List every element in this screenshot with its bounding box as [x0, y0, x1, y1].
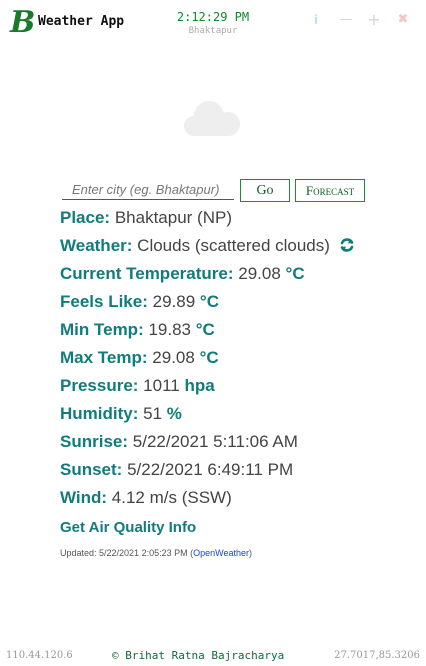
wind-value: 4.12 m/s (SSW)	[111, 488, 232, 507]
feels-like-value: 29.89	[152, 292, 196, 311]
weather-row: Weather: Clouds (scattered clouds)	[60, 234, 400, 262]
weather-value: Clouds (scattered clouds)	[137, 236, 330, 255]
max-temp-value: 29.08	[152, 348, 195, 367]
go-button[interactable]: Go	[240, 179, 290, 202]
current-temp-value: 29.08	[238, 264, 281, 283]
updated-suffix: )	[248, 548, 252, 558]
weather-label: Weather:	[60, 236, 133, 255]
sunset-label: Sunset:	[60, 460, 123, 479]
current-temp-unit: °C	[285, 264, 305, 283]
wind-label: Wind:	[60, 488, 108, 507]
place-row: Place: Bhaktapur (NP)	[60, 206, 400, 234]
sunrise-label: Sunrise:	[60, 432, 129, 451]
forecast-button[interactable]: Forecast	[295, 179, 365, 202]
maximize-button[interactable]: +	[366, 12, 382, 28]
updated-prefix: Updated: 5/22/2021 2:05:23 PM (	[60, 548, 194, 558]
pressure-label: Pressure:	[60, 376, 139, 395]
humidity-value: 51	[143, 404, 163, 423]
footer-ip-address: 110.44.120.6	[6, 650, 73, 661]
place-label: Place:	[60, 208, 111, 227]
feels-like-row: Feels Like: 29.89 °C	[60, 290, 400, 318]
humidity-row: Humidity: 51 %	[60, 402, 400, 430]
info-button[interactable]: i	[308, 12, 324, 28]
refresh-icon[interactable]	[339, 237, 355, 253]
min-temp-row: Min Temp: 19.83 °C	[60, 318, 400, 346]
footer: 110.44.120.6 © Brihat Ratna Bajracharya …	[0, 648, 426, 666]
pressure-row: Pressure: 1011 hpa	[60, 374, 400, 402]
current-temp-row: Current Temperature: 29.08 °C	[60, 262, 400, 290]
min-temp-label: Min Temp:	[60, 320, 144, 339]
place-value: Bhaktapur (NP)	[114, 208, 232, 227]
max-temp-row: Max Temp: 29.08 °C	[60, 346, 400, 374]
footer-coordinates: 27.7017,85.3206	[334, 650, 420, 661]
city-search-input[interactable]	[62, 180, 234, 200]
title-bar: B Weather App 2:12:29 PM Bhaktapur i — +…	[0, 0, 426, 44]
current-temp-label: Current Temperature:	[60, 264, 234, 283]
pressure-value: 1011	[143, 376, 180, 395]
weather-info-panel: Place: Bhaktapur (NP) Weather: Clouds (s…	[60, 206, 400, 542]
clock-time: 2:12:29 PM	[176, 10, 250, 24]
minimize-button[interactable]: —	[338, 12, 354, 28]
air-quality-link[interactable]: Get Air Quality Info	[60, 516, 196, 539]
min-temp-unit: °C	[195, 320, 215, 339]
updated-timestamp: Updated: 5/22/2021 2:05:23 PM (OpenWeath…	[60, 548, 252, 558]
min-temp-value: 19.83	[148, 320, 192, 339]
sunrise-value: 5/22/2021 5:11:06 AM	[132, 432, 298, 451]
max-temp-unit: °C	[199, 348, 219, 367]
sunset-row: Sunset: 5/22/2021 6:49:11 PM	[60, 458, 400, 486]
air-quality-row: Get Air Quality Info	[60, 514, 400, 542]
sunrise-row: Sunrise: 5/22/2021 5:11:06 AM	[60, 430, 400, 458]
pressure-unit: hpa	[184, 376, 215, 395]
close-button[interactable]: ✖	[395, 12, 411, 28]
max-temp-label: Max Temp:	[60, 348, 148, 367]
wind-row: Wind: 4.12 m/s (SSW)	[60, 486, 400, 514]
feels-like-unit: °C	[199, 292, 219, 311]
cloud-icon	[184, 101, 240, 136]
sunset-value: 5/22/2021 6:49:11 PM	[127, 460, 294, 479]
app-logo: B	[10, 5, 36, 40]
footer-credit: © Brihat Ratna Bajracharya	[112, 649, 285, 662]
humidity-unit: %	[166, 404, 182, 423]
humidity-label: Humidity:	[60, 404, 139, 423]
openweather-link[interactable]: OpenWeather	[193, 548, 249, 558]
app-title: Weather App	[38, 14, 125, 29]
clock-city: Bhaktapur	[188, 26, 238, 36]
feels-like-label: Feels Like:	[60, 292, 148, 311]
